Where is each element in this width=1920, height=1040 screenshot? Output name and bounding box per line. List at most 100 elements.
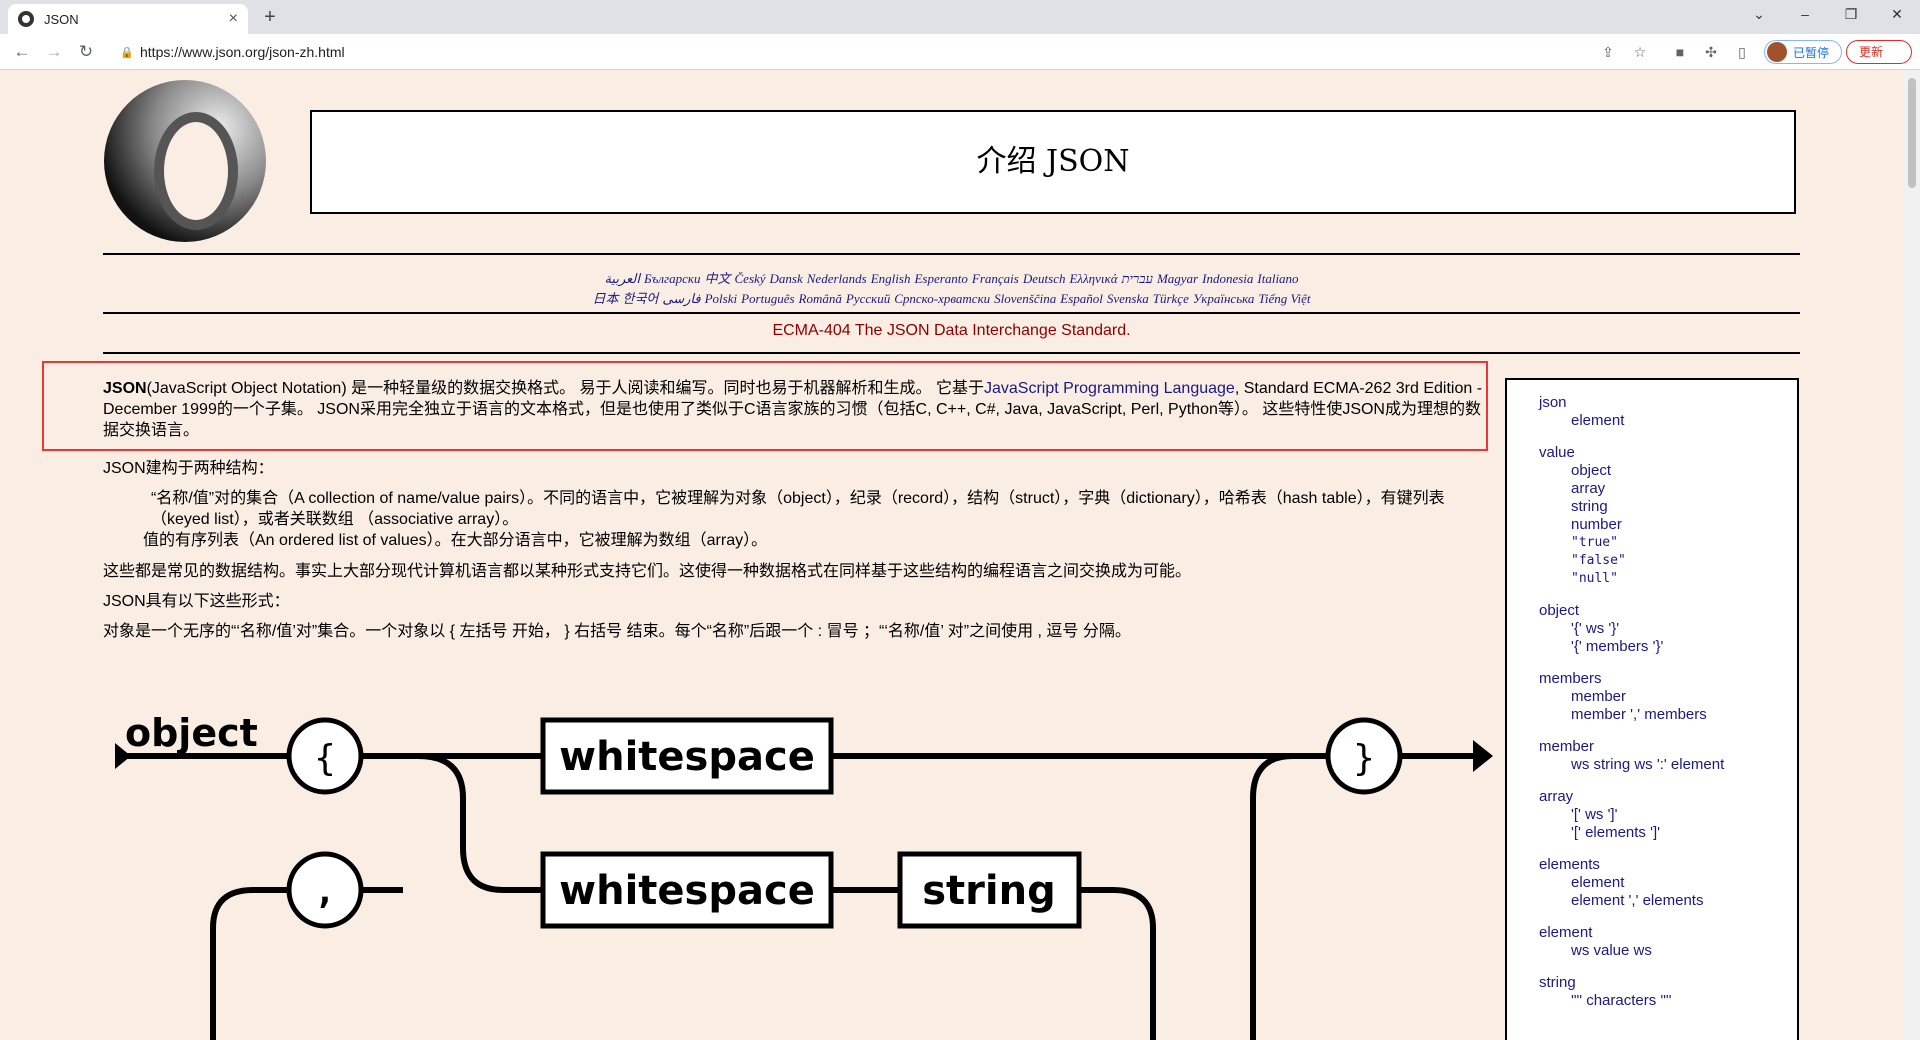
grammar-rule-name[interactable]: member bbox=[1539, 738, 1797, 756]
grammar-rule-item[interactable]: "null" bbox=[1539, 570, 1797, 588]
puzzle-extensions-icon[interactable]: ✣ bbox=[1701, 42, 1721, 62]
grammar-group: members member member ',' members bbox=[1539, 670, 1797, 724]
window-controls: ⌄ – ❐ ✕ bbox=[1736, 0, 1920, 30]
grammar-rule-item[interactable]: array bbox=[1539, 480, 1797, 498]
grammar-rule-item[interactable]: element bbox=[1539, 412, 1797, 430]
scrollbar-thumb[interactable] bbox=[1908, 78, 1916, 188]
side-panel-icon[interactable]: ▯ bbox=[1732, 42, 1752, 62]
language-link[interactable]: Indonesia bbox=[1202, 271, 1253, 286]
grammar-rule-item[interactable]: '[' ws ']' bbox=[1539, 806, 1797, 824]
grammar-rule-item[interactable]: '{' ws '}' bbox=[1539, 620, 1797, 638]
language-links-row-1: العربية Български 中文 Český Dansk Nederlands En… bbox=[103, 268, 1800, 287]
language-link[interactable]: English bbox=[871, 271, 911, 286]
grammar-rule-item[interactable]: ws string ws ':' element bbox=[1539, 756, 1797, 774]
grammar-rule-item[interactable]: '[' elements ']' bbox=[1539, 824, 1797, 842]
intro-text-1: (JavaScript Object Notation) 是一种轻量级的数据交换… bbox=[146, 380, 984, 397]
language-link[interactable]: Dansk bbox=[770, 271, 803, 286]
grammar-group: element ws value ws bbox=[1539, 924, 1797, 960]
close-window-button[interactable]: ✕ bbox=[1874, 0, 1920, 30]
structure-item-2: 值的有序列表（An ordered list of values）。在大部分语言… bbox=[143, 532, 768, 549]
language-link[interactable]: Српско-хрватски bbox=[894, 291, 990, 306]
grammar-group: string '"' characters '"' bbox=[1539, 974, 1797, 1010]
url-text[interactable]: https://www.json.org/json-zh.html bbox=[140, 44, 345, 60]
grammar-rule-item[interactable]: member bbox=[1539, 688, 1797, 706]
grammar-rule-item[interactable]: '"' characters '"' bbox=[1539, 992, 1797, 1010]
grammar-rule-item[interactable]: "false" bbox=[1539, 552, 1797, 570]
language-link[interactable]: Italiano bbox=[1257, 271, 1298, 286]
grammar-rule-item[interactable]: object bbox=[1539, 462, 1797, 480]
language-link[interactable]: Tiếng Việt bbox=[1258, 291, 1310, 306]
back-icon[interactable]: ← bbox=[10, 40, 34, 64]
grammar-rule-item[interactable]: element bbox=[1539, 874, 1797, 892]
language-link[interactable]: Română bbox=[799, 291, 842, 306]
bookmark-star-icon[interactable]: ☆ bbox=[1630, 42, 1650, 62]
tab-json[interactable]: JSON × bbox=[8, 4, 248, 34]
grammar-group: member ws string ws ':' element bbox=[1539, 738, 1797, 774]
language-link[interactable]: Русский bbox=[846, 291, 890, 306]
update-button[interactable]: 更新 bbox=[1846, 40, 1912, 64]
language-link[interactable]: 中文 bbox=[704, 271, 730, 286]
language-link[interactable]: Esperanto bbox=[914, 271, 967, 286]
grammar-rule-name[interactable]: members bbox=[1539, 670, 1797, 688]
extension-icon[interactable]: ■ bbox=[1670, 42, 1690, 62]
common-structures-text: 这些都是常见的数据结构。事实上大部分现代计算机语言都以某种形式支持它们。这使得一… bbox=[103, 563, 1192, 580]
lock-icon: 🔒 bbox=[120, 47, 134, 59]
grammar-rule-name[interactable]: string bbox=[1539, 974, 1797, 992]
reload-icon[interactable]: ↻ bbox=[74, 40, 98, 64]
language-link[interactable]: Español bbox=[1060, 291, 1103, 306]
language-link[interactable]: Ελληνικά bbox=[1069, 271, 1117, 286]
grammar-rule-name[interactable]: elements bbox=[1539, 856, 1797, 874]
grammar-rule-item[interactable]: number bbox=[1539, 516, 1797, 534]
grammar-rule-name[interactable]: value bbox=[1539, 444, 1797, 462]
language-link[interactable]: Français bbox=[972, 271, 1019, 286]
tab-close-icon[interactable]: × bbox=[229, 10, 238, 28]
structure-item-1: “名称/值”对的集合（A collection of name/value pa… bbox=[151, 490, 1445, 528]
language-link[interactable]: Български bbox=[644, 271, 701, 286]
grammar-rule-name[interactable]: element bbox=[1539, 924, 1797, 942]
forward-icon[interactable]: → bbox=[42, 40, 66, 64]
language-link[interactable]: Українська bbox=[1193, 291, 1255, 306]
grammar-rule-item[interactable]: '{' members '}' bbox=[1539, 638, 1797, 656]
language-link[interactable]: עברית bbox=[1122, 271, 1153, 286]
grammar-rule-name[interactable]: object bbox=[1539, 602, 1797, 620]
language-link[interactable]: 日本 bbox=[593, 291, 619, 306]
grammar-rule-item[interactable]: element ',' elements bbox=[1539, 892, 1797, 910]
language-link[interactable]: Český bbox=[735, 271, 766, 286]
language-link[interactable]: Português bbox=[741, 291, 794, 306]
language-link[interactable]: 한국어 bbox=[623, 291, 659, 306]
grammar-rule-item[interactable]: ws value ws bbox=[1539, 942, 1797, 960]
language-link[interactable]: Magyar bbox=[1157, 271, 1198, 286]
javascript-link[interactable]: JavaScript Programming Language bbox=[984, 380, 1235, 397]
tab-strip: JSON × + ⌄ – ❐ ✕ bbox=[0, 0, 1920, 34]
object-railroad-diagram: object { } , whitespace whitespace strin… bbox=[115, 711, 1493, 1040]
grammar-rule-item[interactable]: "true" bbox=[1539, 534, 1797, 552]
restore-button[interactable]: ❐ bbox=[1828, 0, 1874, 30]
address-bar[interactable]: 🔒 https://www.json.org/json-zh.html bbox=[110, 38, 1660, 66]
language-link[interactable]: العربية bbox=[604, 271, 640, 286]
minimize-button[interactable]: – bbox=[1782, 0, 1828, 30]
grammar-rule-name[interactable]: array bbox=[1539, 788, 1797, 806]
new-tab-button[interactable]: + bbox=[258, 6, 282, 30]
profile-status: 已暂停 bbox=[1793, 45, 1830, 60]
intro-paragraph: JSON(JavaScript Object Notation) 是一种轻量级的… bbox=[103, 378, 1483, 441]
language-link[interactable]: Svenska bbox=[1107, 291, 1149, 306]
tab-search-button[interactable]: ⌄ bbox=[1736, 0, 1782, 30]
grammar-rule-name[interactable]: json bbox=[1539, 394, 1797, 412]
language-link[interactable]: Nederlands bbox=[807, 271, 867, 286]
grammar-rule-item[interactable]: string bbox=[1539, 498, 1797, 516]
language-link[interactable]: فارسی bbox=[662, 291, 700, 306]
profile-button[interactable]: 已暂停 bbox=[1764, 40, 1842, 64]
language-link[interactable]: Deutsch bbox=[1023, 271, 1066, 286]
divider bbox=[103, 352, 1800, 354]
vertical-scrollbar[interactable] bbox=[1904, 70, 1920, 1040]
language-link[interactable]: Türkçe bbox=[1153, 291, 1189, 306]
grammar-group: json element bbox=[1539, 394, 1797, 430]
share-icon[interactable]: ⇪ bbox=[1598, 42, 1618, 62]
grammar-rule-item[interactable]: member ',' members bbox=[1539, 706, 1797, 724]
language-link[interactable]: Slovenščina bbox=[994, 291, 1056, 306]
grammar-group: object '{' ws '}' '{' members '}' bbox=[1539, 602, 1797, 656]
language-links-row-2: 日本 한국어 فارسی Polski Português Română Русский Ср… bbox=[103, 288, 1800, 307]
intro-bold: JSON bbox=[103, 380, 147, 397]
ecma-404-link[interactable]: ECMA-404 The JSON Data Interchange Stand… bbox=[103, 322, 1800, 340]
language-link[interactable]: Polski bbox=[705, 291, 738, 306]
